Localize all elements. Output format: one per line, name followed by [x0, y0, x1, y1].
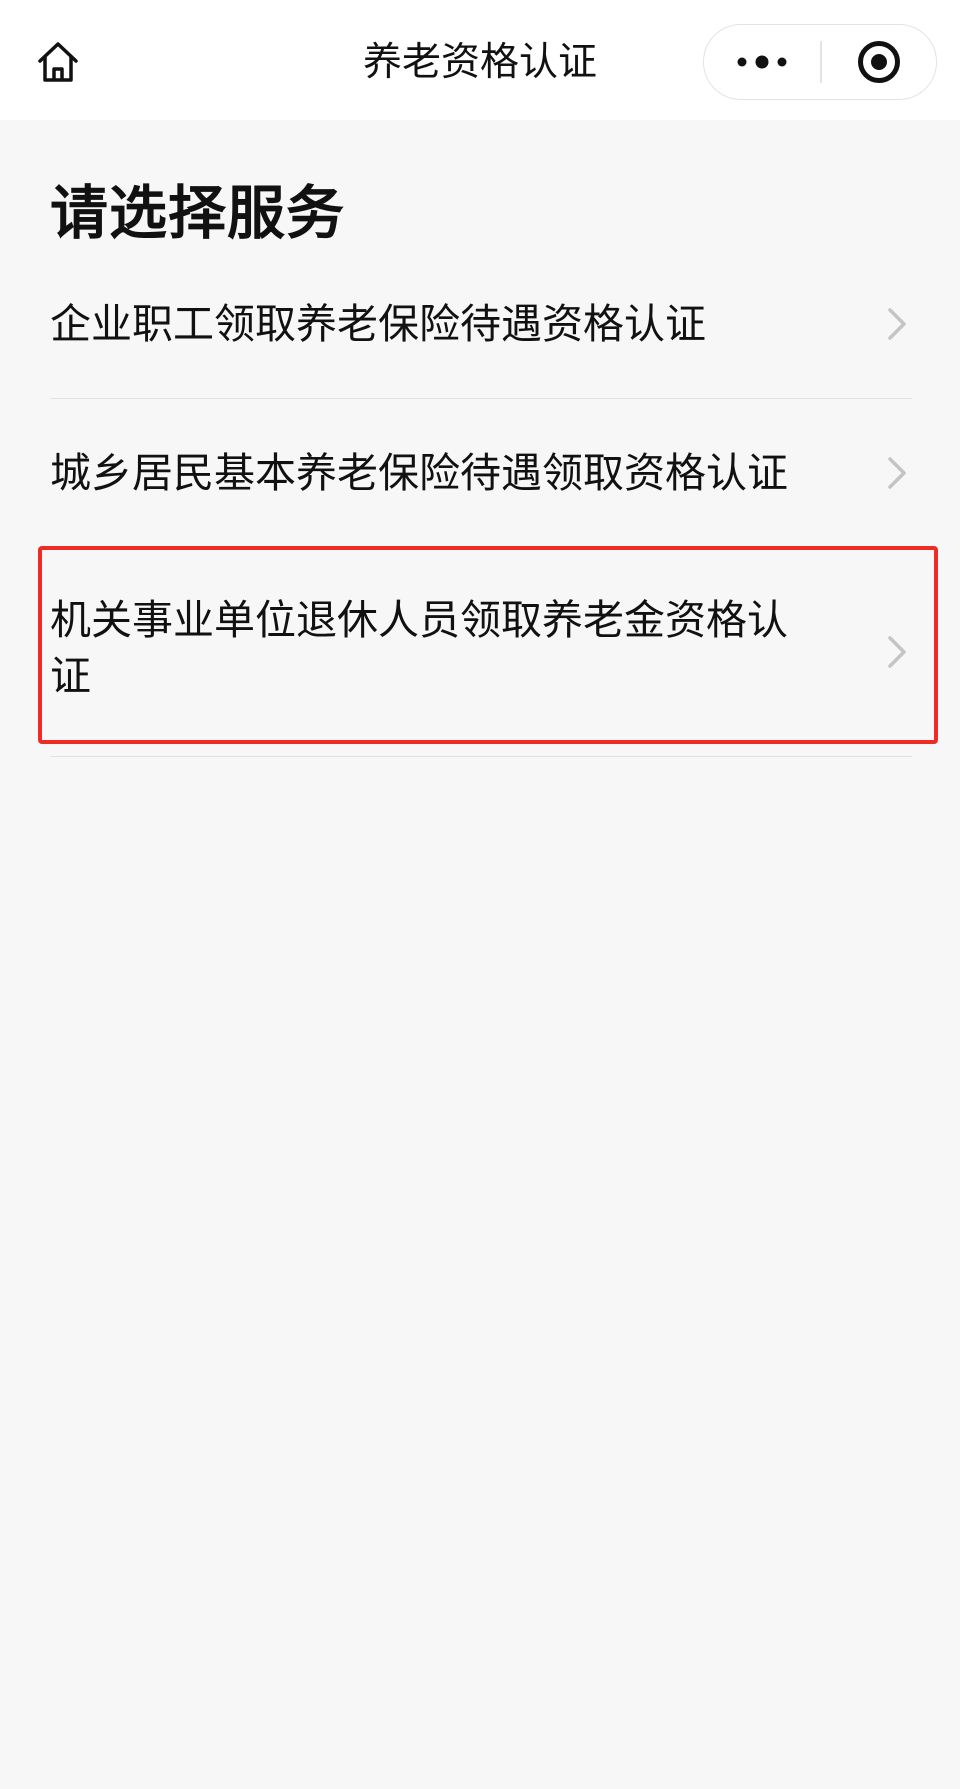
- more-icon: [737, 55, 787, 68]
- service-item-label: 城乡居民基本养老保险待遇领取资格认证: [50, 449, 788, 497]
- miniprogram-close-icon: [858, 40, 900, 83]
- service-item-label: 机关事业单位退休人员领取养老金资格认证: [50, 596, 788, 700]
- service-item-urban-rural[interactable]: 城乡居民基本养老保险待遇领取资格认证: [50, 399, 912, 548]
- capsule-menu: [703, 24, 937, 100]
- service-list: 企业职工领取养老保险待遇资格认证 城乡居民基本养老保险待遇领取资格认证 机关事业…: [50, 250, 912, 757]
- service-item-label: 企业职工领取养老保险待遇资格认证: [50, 300, 706, 348]
- service-item-enterprise[interactable]: 企业职工领取养老保险待遇资格认证: [50, 250, 912, 399]
- close-button[interactable]: [822, 25, 936, 98]
- service-item-institution-retiree[interactable]: 机关事业单位退休人员领取养老金资格认证: [50, 548, 912, 757]
- page-title: 请选择服务: [50, 179, 346, 247]
- chevron-right-icon: [882, 453, 912, 493]
- chevron-right-icon: [882, 304, 912, 344]
- chevron-right-icon: [882, 632, 912, 672]
- more-button[interactable]: [704, 25, 820, 98]
- navigation-bar: 养老资格认证: [0, 0, 960, 120]
- home-icon: [38, 42, 78, 82]
- home-button[interactable]: [28, 32, 88, 92]
